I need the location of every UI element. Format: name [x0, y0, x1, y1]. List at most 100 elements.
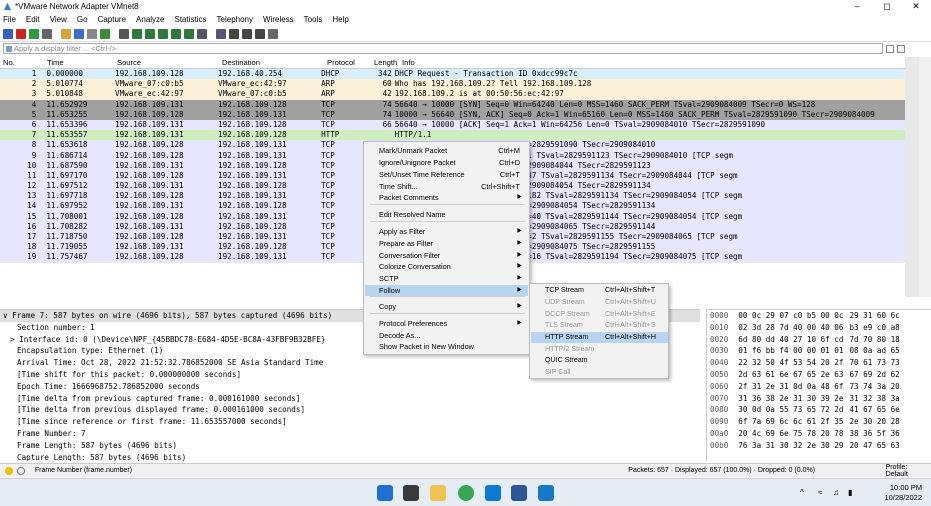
ctx-item-follow[interactable]: Follow ▶: [365, 285, 528, 296]
file-explorer-icon[interactable]: [430, 485, 446, 501]
packet-row[interactable]: 1 0.000000 192.168.109.128 192.168.40.254 DH…: [0, 69, 905, 80]
follow-item-http-stream[interactable]: HTTP Stream Ctrl+Alt+Shift+H: [531, 332, 668, 343]
hex-row[interactable]: 0070 31 36 38 2e 31 30 39 2e 31 32 38 3a: [707, 393, 931, 405]
menu-edit[interactable]: Edit: [26, 15, 40, 24]
col-length-header[interactable]: Length: [374, 58, 402, 67]
menu-help[interactable]: Help: [332, 15, 348, 24]
go-forward-icon[interactable]: [145, 29, 155, 39]
ctx-item-set-unset-time-reference[interactable]: Set/Unset Time Reference Ctrl+T: [365, 169, 528, 180]
expert-info-icon[interactable]: [5, 466, 13, 475]
colorize-icon[interactable]: [216, 29, 226, 39]
hex-row[interactable]: 0060 2f 31 2e 31 0d 0a 48 6f 73 74 3a 20: [707, 381, 931, 393]
menu-analyze[interactable]: Analyze: [136, 15, 164, 24]
ctx-item-mark-unmark-packet[interactable]: Mark/Unmark Packet Ctrl+M: [365, 145, 528, 156]
capture-options-icon[interactable]: [42, 29, 52, 39]
hex-row[interactable]: 00b0 76 3a 31 30 32 2e 30 29 20 47 65 63: [707, 440, 931, 452]
detail-row[interactable]: [Time delta from previous displayed fram…: [0, 404, 700, 416]
filter-apply-icon[interactable]: [886, 44, 894, 53]
status-profile[interactable]: Profile: Default: [886, 464, 931, 478]
col-destination-header[interactable]: Destination: [222, 58, 327, 67]
capture-comment-icon[interactable]: [16, 466, 25, 475]
hex-row[interactable]: 0040 22 32 50 4f 53 54 20 2f 70 61 73 73: [707, 357, 931, 369]
go-back-icon[interactable]: [132, 29, 142, 39]
menu-wireless[interactable]: Wireless: [263, 15, 294, 24]
packet-bytes[interactable]: 0000 00 0c 29 07 c0 b5 00 0c 29 31 60 6c 00…: [706, 309, 931, 461]
collapsed-arrow-icon[interactable]: >: [10, 335, 19, 344]
start-icon[interactable]: [377, 485, 393, 501]
display-filter-input[interactable]: Apply a display filter ... <Ctrl-/>: [3, 43, 883, 54]
open-file-icon[interactable]: [61, 29, 71, 39]
hex-row[interactable]: 0010 02 3d 28 7d 40 00 40 06 b3 e9 c0 a8: [707, 322, 931, 334]
chrome-icon[interactable]: [458, 485, 474, 501]
ctx-item-sctp[interactable]: SCTP ▶: [365, 273, 528, 284]
task-view-icon[interactable]: [403, 485, 419, 501]
ctx-item-show-packet-in-new-window[interactable]: Show Packet in New Window: [365, 341, 528, 352]
close-file-icon[interactable]: [87, 29, 97, 39]
go-to-packet-icon[interactable]: [158, 29, 168, 39]
ctx-item-packet-comments[interactable]: Packet Comments ▶: [365, 192, 528, 203]
hex-row[interactable]: 0080 30 0d 0a 55 73 65 72 2d 41 67 65 6e: [707, 404, 931, 416]
hex-row[interactable]: 0050 2d 63 61 6e 67 65 2e 63 67 69 2d 62: [707, 369, 931, 381]
resize-columns-icon[interactable]: [268, 29, 278, 39]
col-protocol-header[interactable]: Protocol: [327, 58, 374, 67]
close-button[interactable]: ✕: [901, 0, 931, 13]
restart-capture-icon[interactable]: [29, 29, 39, 39]
word-icon[interactable]: [511, 485, 527, 501]
packet-row[interactable]: 5 11.653255 192.168.109.128 192.168.109.131…: [0, 109, 905, 120]
detail-row[interactable]: Epoch Time: 1666968752.786852000 seconds: [0, 381, 700, 393]
ctx-item-protocol-preferences[interactable]: Protocol Preferences ▶: [365, 318, 528, 329]
reload-icon[interactable]: [100, 29, 110, 39]
ctx-item-prepare-as-filter[interactable]: Prepare as Filter ▶: [365, 238, 528, 249]
detail-row[interactable]: [Time since reference or first frame: 11…: [0, 416, 700, 428]
autoscroll-icon[interactable]: [197, 29, 207, 39]
maximize-button[interactable]: ◻: [872, 0, 902, 13]
store-icon[interactable]: [485, 485, 501, 501]
clock[interactable]: 10:00 PM 10/28/2022: [862, 483, 922, 503]
last-packet-icon[interactable]: [184, 29, 194, 39]
packet-row[interactable]: 4 11.652929 192.168.109.131 192.168.109.128…: [0, 99, 905, 110]
menu-statistics[interactable]: Statistics: [175, 15, 207, 24]
col-source-header[interactable]: Source: [117, 58, 222, 67]
packet-list-scrollbar[interactable]: [919, 57, 931, 297]
detail-row[interactable]: [Time delta from previous captured frame…: [0, 393, 700, 405]
col-time-header[interactable]: Time: [40, 58, 117, 67]
packet-minimap[interactable]: [905, 57, 919, 297]
tray-chevron-icon[interactable]: ^: [800, 488, 804, 497]
ctx-item-colorize-conversation[interactable]: Colorize Conversation ▶: [365, 261, 528, 272]
detail-row[interactable]: Frame Number: 7: [0, 428, 700, 440]
hex-row[interactable]: 00a0 20 4c 69 6e 75 78 20 78 38 36 5f 36: [707, 428, 931, 440]
expanded-arrow-icon[interactable]: ∨: [3, 311, 12, 320]
hex-row[interactable]: 0090 6f 7a 69 6c 6c 61 2f 35 2e 30 20 28: [707, 416, 931, 428]
packet-row[interactable]: 7 11.653557 192.168.109.131 192.168.109.128…: [0, 130, 905, 141]
menu-telephony[interactable]: Telephony: [217, 15, 253, 24]
minimize-button[interactable]: –: [842, 0, 872, 13]
bookmark-icon[interactable]: [6, 46, 12, 52]
packet-row[interactable]: 3 5.010848 VMware_ec:42:97 VMware_07:c0:b5 A…: [0, 89, 905, 100]
col-info-header[interactable]: Info: [402, 58, 602, 67]
ctx-item-ignore-unignore-packet[interactable]: Ignore/Unignore Packet Ctrl+D: [365, 157, 528, 168]
ctx-item-conversation-filter[interactable]: Conversation Filter ▶: [365, 250, 528, 261]
packet-row[interactable]: 2 5.010774 VMware_07:c0:b5 VMware_ec:42:97 A…: [0, 79, 905, 90]
zoom-in-icon[interactable]: [229, 29, 239, 39]
packet-row[interactable]: 6 11.653396 192.168.109.131 192.168.109.128…: [0, 119, 905, 131]
filter-add-icon[interactable]: [897, 44, 905, 53]
volume-icon[interactable]: ♫: [833, 488, 839, 497]
find-packet-icon[interactable]: [119, 29, 129, 39]
ctx-item-decode-as[interactable]: Decode As...: [365, 330, 528, 341]
col-no-header[interactable]: No.: [0, 58, 40, 67]
battery-icon[interactable]: ▮: [848, 488, 852, 497]
detail-row[interactable]: Capture Length: 587 bytes (4696 bits): [0, 452, 700, 461]
follow-item-quic-stream[interactable]: QUIC Stream: [531, 355, 668, 366]
stop-capture-icon[interactable]: [16, 29, 26, 39]
first-packet-icon[interactable]: [171, 29, 181, 39]
hex-row[interactable]: 0030 01 f6 bb f4 00 00 01 01 08 0a ad 65: [707, 345, 931, 357]
wifi-icon[interactable]: ≈: [818, 488, 822, 497]
ctx-item-time-shift[interactable]: Time Shift... Ctrl+Shift+T: [365, 181, 528, 192]
menu-go[interactable]: Go: [77, 15, 88, 24]
hex-row[interactable]: 0000 00 0c 29 07 c0 b5 00 0c 29 31 60 6c: [707, 310, 931, 322]
follow-item-tcp-stream[interactable]: TCP Stream Ctrl+Alt+Shift+T: [531, 285, 668, 296]
wireshark-taskbar-icon[interactable]: [538, 485, 554, 501]
menu-view[interactable]: View: [50, 15, 67, 24]
start-capture-icon[interactable]: [3, 29, 13, 39]
ctx-item-apply-as-filter[interactable]: Apply as Filter ▶: [365, 226, 528, 237]
